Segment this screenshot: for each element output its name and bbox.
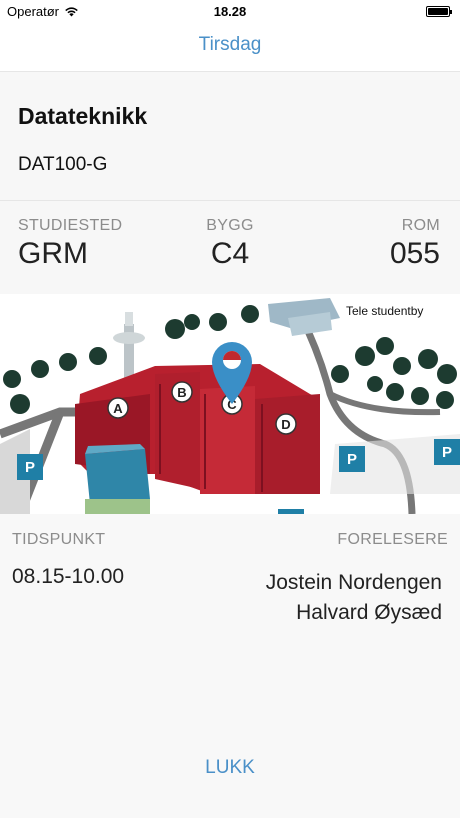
battery-icon	[426, 6, 452, 17]
lecturer-name: Halvard Øysæd	[296, 601, 442, 624]
course-name: Datateknikk	[18, 103, 148, 129]
course-header: Datateknikk DAT100-G	[0, 72, 460, 200]
parking-sign-2: P	[347, 451, 357, 468]
campus-value: GRM	[18, 237, 88, 270]
room-value: 055	[389, 237, 440, 270]
detail-section: TIDSPUNKT FORELESERE 08.15-10.00 Jostein…	[0, 514, 460, 818]
time-label: TIDSPUNKT	[12, 531, 106, 548]
campus-map[interactable]: Tele studentby A B C D P P P	[0, 294, 460, 514]
campus-map-illustration: Tele studentby A B C D P P P	[0, 298, 460, 514]
building-a-label: A	[113, 401, 123, 416]
status-bar: Operatør 18.28	[0, 0, 460, 22]
parking-sign-1: P	[25, 459, 35, 476]
building-b-label: B	[177, 385, 186, 400]
room-info: ROM 055	[390, 217, 440, 271]
campus-info: STUDIESTED GRM	[18, 217, 122, 271]
close-button[interactable]: LUKK	[0, 757, 460, 779]
building-info: BYGG C4	[190, 217, 270, 271]
course-code: DAT100-G	[18, 154, 108, 175]
location-section: STUDIESTED GRM BYGG C4 ROM 055	[0, 201, 460, 294]
building-value: C4	[210, 237, 250, 270]
parking-sign-3: P	[442, 444, 452, 461]
map-place-label: Tele studentby	[346, 304, 423, 318]
status-time: 18.28	[213, 4, 247, 19]
building-label: BYGG	[206, 217, 254, 234]
time-value: 08.15-10.00	[12, 565, 125, 588]
campus-label: STUDIESTED	[18, 217, 123, 234]
lecturers-label: FORELESERE	[337, 531, 448, 548]
room-label: ROM	[401, 217, 440, 234]
building-d-label: D	[281, 417, 290, 432]
nav-title: Tirsdag	[198, 34, 262, 55]
lecturer-name: Jostein Nordengen	[265, 571, 442, 594]
lecturer-list: Jostein Nordengen Halvard Øysæd	[266, 568, 442, 628]
